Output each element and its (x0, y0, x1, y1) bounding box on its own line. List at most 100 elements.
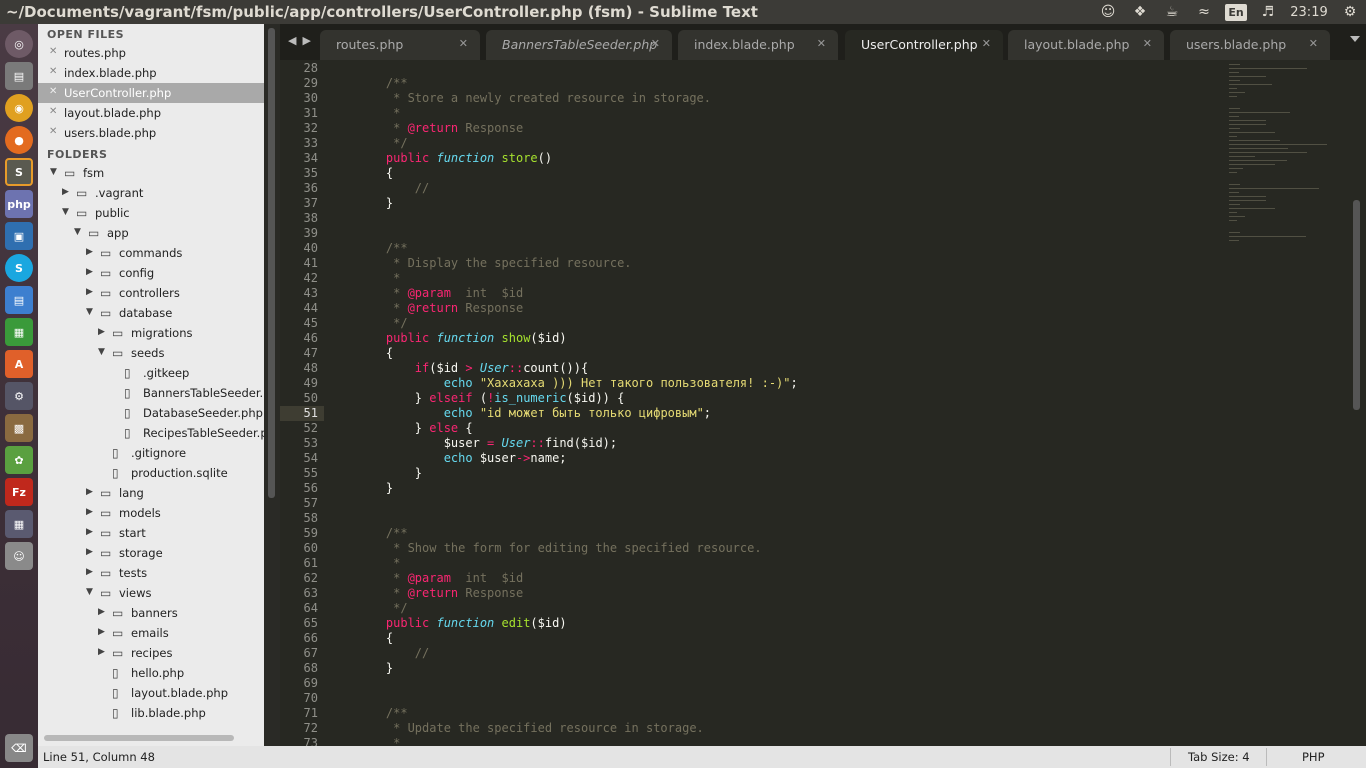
chevron-right-icon[interactable]: ▶ (86, 567, 93, 577)
code-line[interactable]: } (357, 661, 393, 676)
chevron-down-icon[interactable]: ▼ (98, 347, 105, 357)
calc-icon[interactable]: ▦ (5, 318, 33, 346)
tree-folder-item[interactable]: ▶ ▭ tests (38, 563, 264, 583)
tree-folder-item[interactable]: ▶ ▭ banners (38, 603, 264, 623)
tab-1[interactable]: BannersTableSeeder.php ✕ (486, 30, 672, 60)
dropbox-icon[interactable]: ❖ (1124, 0, 1156, 24)
code-line[interactable]: * (357, 271, 400, 286)
tree-folder-item[interactable]: ▼ ▭ app (38, 223, 264, 243)
chevron-right-icon[interactable]: ▶ (86, 247, 93, 257)
chevron-right-icon[interactable]: ▶ (86, 487, 93, 497)
skype-icon[interactable]: S (5, 254, 33, 282)
tree-folder-item[interactable]: ▶ ▭ recipes (38, 643, 264, 663)
code-line[interactable]: { (357, 346, 393, 361)
tree-folder-item[interactable]: ▼ ▭ database (38, 303, 264, 323)
tree-folder-item[interactable]: ▼ ▭ public (38, 203, 264, 223)
sidebar-horizontal-scrollbar[interactable] (38, 730, 264, 746)
cup-icon[interactable]: ☕ (1156, 0, 1188, 24)
chevron-right-icon[interactable]: ▶ (86, 507, 93, 517)
code-line[interactable]: } (357, 466, 422, 481)
tree-file-item[interactable]: ▯ production.sqlite (38, 463, 264, 483)
tab-0[interactable]: routes.php ✕ (320, 30, 480, 60)
chevron-down-icon[interactable]: ▼ (86, 307, 93, 317)
open-file-item[interactable]: ✕ UserController.php (38, 83, 264, 103)
code-line[interactable]: * @return Response (357, 586, 523, 601)
cat-icon[interactable]: ☺ (1092, 0, 1124, 24)
code-line[interactable]: /** (357, 526, 408, 541)
writer-icon[interactable]: ▤ (5, 286, 33, 314)
code-line[interactable]: * @return Response (357, 121, 523, 136)
sidebar-scroll-thumb[interactable] (44, 735, 234, 741)
chevron-right-icon[interactable]: ▶ (98, 327, 105, 337)
filezilla-icon[interactable]: Fz (5, 478, 33, 506)
syntax-selector[interactable]: PHP (1302, 750, 1325, 764)
tree-folder-item[interactable]: ▶ ▭ config (38, 263, 264, 283)
chevron-down-icon[interactable]: ▼ (86, 587, 93, 597)
chevron-right-icon[interactable]: ▶ (98, 627, 105, 637)
tree-file-item[interactable]: ▯ .gitkeep (38, 363, 264, 383)
open-file-item[interactable]: ✕ users.blade.php (38, 123, 264, 143)
tree-file-item[interactable]: ▯ layout.blade.php (38, 683, 264, 703)
tree-folder-item[interactable]: ▶ ▭ storage (38, 543, 264, 563)
chrome-icon[interactable]: ◉ (5, 94, 33, 122)
code-line[interactable]: echo "Хахахаха ))) Нет такого пользовате… (357, 376, 798, 391)
code-line[interactable]: * Store a newly created resource in stor… (357, 91, 711, 106)
code-line[interactable]: { (357, 631, 393, 646)
sidebar-vscroll-thumb[interactable] (268, 28, 275, 498)
tree-folder-item[interactable]: ▶ ▭ commands (38, 243, 264, 263)
chevron-down-icon[interactable]: ▼ (62, 207, 69, 217)
open-file-item[interactable]: ✕ layout.blade.php (38, 103, 264, 123)
chevron-down-icon[interactable]: ▼ (50, 167, 57, 177)
chevron-right-icon[interactable]: ▶ (86, 527, 93, 537)
clock[interactable]: 23:19 (1284, 5, 1334, 20)
tab-4[interactable]: layout.blade.php ✕ (1008, 30, 1164, 60)
code-line[interactable]: * @return Response (357, 301, 523, 316)
tab-5[interactable]: users.blade.php ✕ (1170, 30, 1330, 60)
code-line[interactable]: // (357, 181, 429, 196)
tree-folder-item[interactable]: ▶ ▭ emails (38, 623, 264, 643)
code-line[interactable]: * Update the specified resource in stora… (357, 721, 704, 736)
tab-close-icon[interactable]: ✕ (651, 37, 660, 50)
tab-close-icon[interactable]: ✕ (817, 37, 826, 50)
tree-folder-item[interactable]: ▼ ▭ fsm (38, 163, 264, 183)
code-line[interactable]: } (357, 481, 393, 496)
code-line[interactable]: public function store() (357, 151, 552, 166)
close-icon[interactable]: ✕ (49, 46, 57, 57)
phpstorm-icon[interactable]: php (5, 190, 33, 218)
tree-folder-item[interactable]: ▶ ▭ models (38, 503, 264, 523)
editor-scrollbar[interactable] (1353, 200, 1360, 410)
code-line[interactable]: if($id > User::count()){ (357, 361, 588, 376)
power-gear-icon[interactable]: ⚙ (1334, 0, 1366, 24)
cat-app-icon[interactable]: ☺ (5, 542, 33, 570)
tree-folder-item[interactable]: ▶ ▭ lang (38, 483, 264, 503)
close-icon[interactable]: ✕ (49, 126, 57, 137)
code-line[interactable]: echo $user->name; (357, 451, 567, 466)
tree-folder-item[interactable]: ▼ ▭ views (38, 583, 264, 603)
code-line[interactable]: * Display the specified resource. (357, 256, 631, 271)
software-center-icon[interactable]: A (5, 350, 33, 378)
code-line[interactable]: /** (357, 706, 408, 721)
tab-close-icon[interactable]: ✕ (1143, 37, 1152, 50)
code-line[interactable]: * (357, 736, 400, 746)
tab-close-icon[interactable]: ✕ (459, 37, 468, 50)
code-line[interactable]: // (357, 646, 429, 661)
code-line[interactable]: * Show the form for editing the specifie… (357, 541, 761, 556)
code-editor[interactable]: 28 29 30 31 32 33 34 35 36 37 38 39 40 41 42 43 44 45 46 47… (280, 60, 1366, 746)
code-line[interactable]: /** (357, 241, 408, 256)
chevron-right-icon[interactable]: ▶ (86, 547, 93, 557)
chevron-right-icon[interactable]: ▶ (86, 267, 93, 277)
tree-file-item[interactable]: ▯ DatabaseSeeder.php (38, 403, 264, 423)
virtualbox-icon[interactable]: ▣ (5, 222, 33, 250)
trash-icon[interactable]: ⌫ (5, 734, 33, 762)
code-line[interactable]: * @param int $id (357, 286, 523, 301)
chevron-down-icon[interactable]: ▼ (74, 227, 81, 237)
tree-file-item[interactable]: ▯ hello.php (38, 663, 264, 683)
code-line[interactable]: public function edit($id) (357, 616, 567, 631)
close-icon[interactable]: ✕ (49, 106, 57, 117)
tab-size-selector[interactable]: Tab Size: 4 (1188, 750, 1250, 764)
tab-close-icon[interactable]: ✕ (1309, 37, 1318, 50)
chevron-right-icon[interactable]: ▶ (98, 647, 105, 657)
close-icon[interactable]: ✕ (49, 66, 57, 77)
open-file-item[interactable]: ✕ index.blade.php (38, 63, 264, 83)
sublime-text-icon[interactable]: S (5, 158, 33, 186)
